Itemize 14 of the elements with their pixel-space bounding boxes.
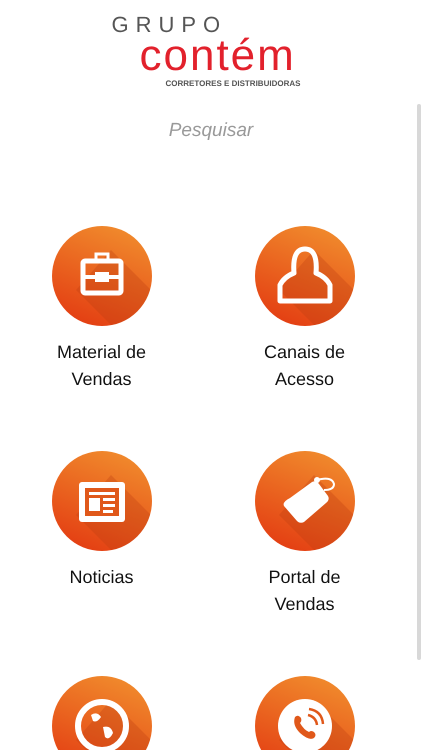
logo-text: GRUPO (112, 14, 228, 36)
logo-wordmark: contém (140, 36, 296, 76)
search-field[interactable]: Pesquisar (111, 116, 311, 146)
menu-label[interactable]: Portal de Vendas (240, 564, 370, 618)
phone-icon[interactable] (254, 674, 356, 750)
globe-icon[interactable] (50, 674, 152, 750)
menu-label[interactable]: Noticias (36, 564, 166, 590)
logo-tagline: CORRETORES E DISTRIBUIDORAS (166, 78, 300, 90)
person-icon[interactable] (254, 224, 356, 326)
newspaper-icon[interactable] (50, 450, 152, 552)
menu-label[interactable]: Material de Vendas (36, 338, 166, 392)
briefcase-icon[interactable] (50, 224, 152, 326)
menu-label[interactable]: Canais de Acesso (240, 338, 370, 392)
tag-icon[interactable] (254, 450, 356, 552)
